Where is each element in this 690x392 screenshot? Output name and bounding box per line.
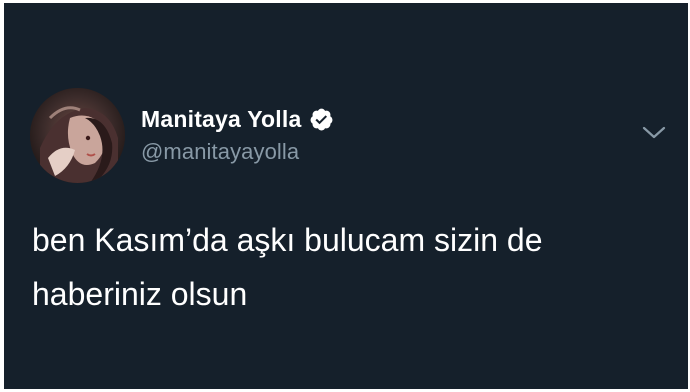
avatar[interactable] bbox=[30, 88, 125, 183]
tweet-text-line: ben Kasım’da aşkı bulucam sizin de bbox=[32, 222, 543, 258]
avatar-image bbox=[30, 88, 125, 183]
author-name-row[interactable]: Manitaya Yolla bbox=[141, 103, 334, 135]
tweet-card: Manitaya Yolla @manitayayolla ben Kasım’… bbox=[4, 3, 688, 389]
display-name[interactable]: Manitaya Yolla bbox=[141, 106, 301, 133]
author-handle[interactable]: @manitayayolla bbox=[141, 139, 299, 165]
tweet-text-line: haberiniz olsun bbox=[32, 276, 248, 312]
tweet-text: ben Kasım’da aşkı bulucam sizin de haber… bbox=[32, 213, 672, 321]
chevron-down-icon[interactable] bbox=[641, 123, 667, 143]
verified-badge-icon bbox=[309, 107, 334, 132]
